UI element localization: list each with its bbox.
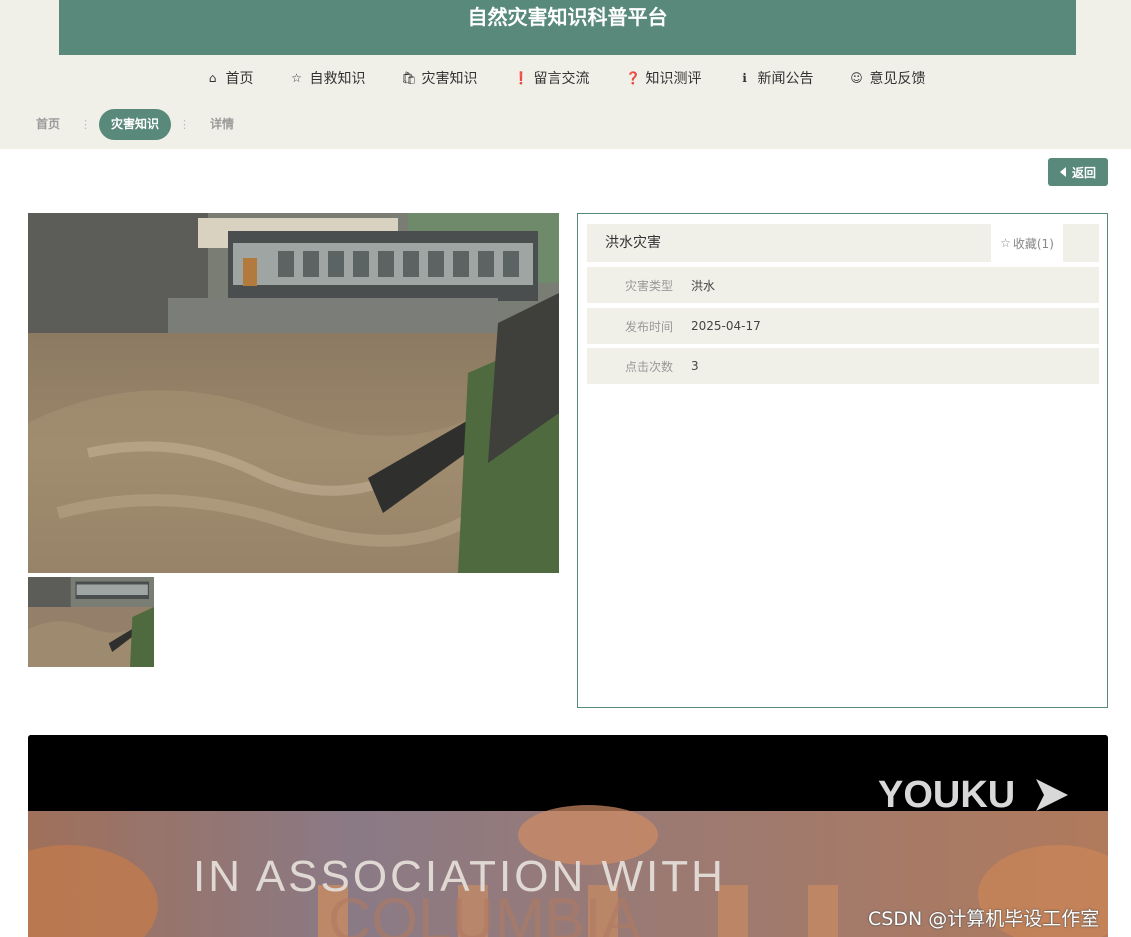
alert-icon: ❗ <box>513 71 529 85</box>
detail-row-value: 3 <box>691 359 699 373</box>
nav-item-disaster-knowledge[interactable]: 🛍︎ 灾害知识 <box>384 60 496 96</box>
detail-row-label: 发布时间 <box>624 319 673 334</box>
detail-row-value: 2025-04-17 <box>691 319 761 333</box>
detail-row-label: 灾害类型 <box>624 278 673 293</box>
detail-row-date: 发布时间 2025-04-17 <box>587 308 1099 344</box>
favorite-label: 收藏(1) <box>1012 236 1054 251</box>
nav-item-self-rescue[interactable]: ☆ 自救知识 <box>272 60 384 96</box>
breadcrumb-home[interactable]: 首页 <box>24 109 72 140</box>
star-icon: ☆ <box>291 71 302 85</box>
disaster-image[interactable] <box>28 213 559 573</box>
image-thumbnail[interactable] <box>28 577 154 667</box>
nav-label: 留言交流 <box>533 71 590 87</box>
detail-panel: 洪水灾害 ☆ 收藏(1) 灾害类型 洪水 发布时间 2025-04-17 点击次… <box>577 213 1108 708</box>
detail-title-row: 洪水灾害 ☆ 收藏(1) <box>587 224 1099 262</box>
main-nav: ⌂ 首页 ☆ 自救知识 🛍︎ 灾害知识 ❗ 留言交流 ❓ 知识测评 ℹ 新闻公告… <box>0 60 1131 96</box>
site-title: 自然灾害知识科普平台 <box>59 0 1076 55</box>
nav-label: 新闻公告 <box>757 71 814 87</box>
detail-row-type: 灾害类型 洪水 <box>587 267 1099 303</box>
detail-row-label: 点击次数 <box>624 359 673 374</box>
star-outline-icon: ☆ <box>1000 236 1011 250</box>
nav-label: 知识测评 <box>645 71 702 87</box>
bag-icon: 🛍︎ <box>401 71 417 85</box>
caret-left-icon <box>1059 167 1066 177</box>
detail-row-value: 洪水 <box>691 278 716 293</box>
breadcrumb-detail: 详情 <box>210 117 235 131</box>
nav-item-message-board[interactable]: ❗ 留言交流 <box>496 60 608 96</box>
watermark: CSDN @计算机毕设工作室 <box>868 908 1100 930</box>
nav-label: 灾害知识 <box>421 71 478 87</box>
nav-item-feedback[interactable]: ☺ 意见反馈 <box>832 60 944 96</box>
breadcrumb-current[interactable]: 灾害知识 <box>99 109 172 140</box>
nav-item-news[interactable]: ℹ 新闻公告 <box>720 60 832 96</box>
video-overlay-word: COLUMBIA <box>328 886 641 937</box>
detail-title: 洪水灾害 <box>605 235 661 251</box>
breadcrumb-separator-icon: ⋮ <box>179 118 191 131</box>
info-icon: ℹ <box>742 71 747 85</box>
nav-item-home[interactable]: ⌂ 首页 <box>188 60 272 96</box>
feedback-icon: ☺ <box>850 71 863 85</box>
breadcrumb-separator-icon: ⋮ <box>80 118 92 131</box>
breadcrumb: 首页 ⋮ 灾害知识 ⋮ 详情 <box>24 109 246 140</box>
back-button-label: 返回 <box>1071 165 1096 180</box>
back-button[interactable]: 返回 <box>1048 158 1108 186</box>
nav-label: 首页 <box>225 71 254 87</box>
nav-label: 意见反馈 <box>869 71 926 87</box>
favorite-button[interactable]: ☆ 收藏(1) <box>991 224 1063 262</box>
detail-row-clicks: 点击次数 3 <box>587 348 1099 384</box>
nav-label: 自救知识 <box>309 71 366 87</box>
nav-item-quiz[interactable]: ❓ 知识测评 <box>608 60 720 96</box>
home-icon: ⌂ <box>208 71 217 85</box>
question-icon: ❓ <box>625 71 641 85</box>
video-logo: YOUKU <box>878 774 1015 816</box>
